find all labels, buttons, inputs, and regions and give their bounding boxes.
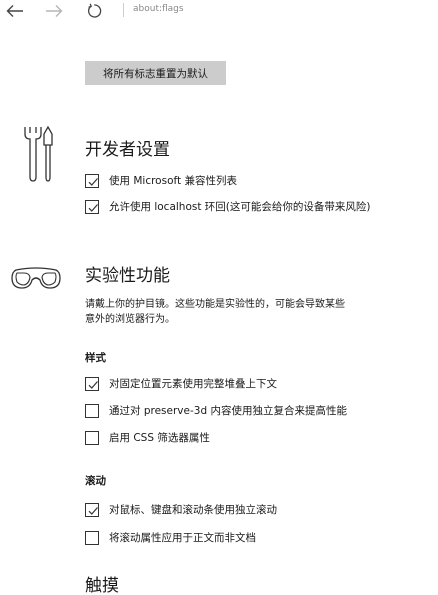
developer-settings-title: 开发者设置 [85, 140, 170, 160]
styles-group-title: 样式 [85, 352, 106, 364]
refresh-button[interactable] [83, 1, 105, 21]
checkbox-checked[interactable] [85, 376, 99, 391]
tools-icon [22, 125, 56, 187]
option-css-filter[interactable]: 启用 CSS 筛选器属性 [85, 430, 210, 445]
reset-flags-button[interactable]: 将所有标志重置为默认 [85, 61, 226, 85]
option-independent-scrolling[interactable]: 对鼠标、键盘和滚动条使用独立滚动 [85, 502, 277, 517]
scrolling-group-title: 滚动 [85, 475, 106, 487]
option-fixed-position-stacking[interactable]: 对固定位置元素使用完整堆叠上下文 [85, 376, 277, 391]
experimental-description: 请戴上你的护目镜。这些功能是实验性的，可能会导致某些 意外的浏览器行为。 [85, 297, 415, 327]
checkbox-checked[interactable] [85, 199, 99, 214]
description-line: 意外的浏览器行为。 [85, 314, 175, 325]
option-localhost-loopback[interactable]: 允许使用 localhost 环回(这可能会给你的设备带来风险) [85, 199, 371, 214]
checkbox-unchecked[interactable] [85, 430, 99, 445]
checkbox-unchecked[interactable] [85, 403, 99, 418]
forward-button[interactable] [43, 1, 65, 21]
browser-toolbar: about:flags [0, 0, 438, 24]
arrow-right-icon [45, 4, 63, 18]
goggles-icon [10, 264, 62, 296]
address-bar[interactable]: about:flags [133, 4, 184, 14]
checkbox-checked[interactable] [85, 502, 99, 517]
option-label: 启用 CSS 筛选器属性 [109, 432, 210, 444]
checkbox-unchecked[interactable] [85, 530, 99, 545]
option-label: 通过对 preserve-3d 内容使用独立复合来提高性能 [109, 405, 347, 417]
checkbox-checked[interactable] [85, 173, 99, 188]
option-label: 对固定位置元素使用完整堆叠上下文 [109, 378, 277, 390]
option-label: 使用 Microsoft 兼容性列表 [109, 175, 237, 187]
experimental-features-title: 实验性功能 [85, 266, 170, 286]
option-label: 允许使用 localhost 环回(这可能会给你的设备带来风险) [109, 201, 371, 213]
refresh-icon [86, 3, 102, 19]
option-label: 对鼠标、键盘和滚动条使用独立滚动 [109, 504, 277, 516]
arrow-left-icon [6, 4, 24, 18]
option-preserve-3d[interactable]: 通过对 preserve-3d 内容使用独立复合来提高性能 [85, 403, 347, 418]
option-ms-compat-list[interactable]: 使用 Microsoft 兼容性列表 [85, 173, 237, 188]
touch-section-title: 触摸 [85, 576, 119, 595]
toolbar-divider [123, 3, 124, 17]
back-button[interactable] [4, 1, 26, 21]
description-line: 请戴上你的护目镜。这些功能是实验性的，可能会导致某些 [85, 299, 345, 310]
option-label: 将滚动属性应用于正文而非文档 [109, 532, 256, 544]
option-scroll-properties-body[interactable]: 将滚动属性应用于正文而非文档 [85, 530, 256, 545]
